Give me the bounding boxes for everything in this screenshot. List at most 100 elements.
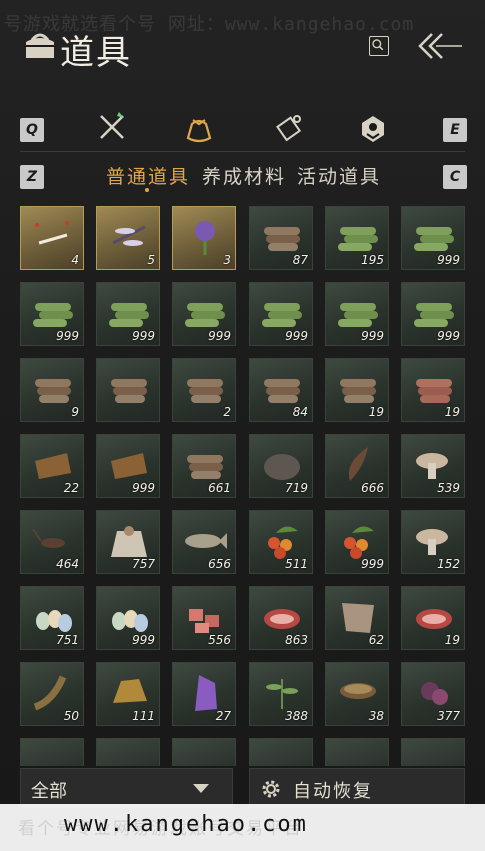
item-slot[interactable]: 87: [249, 206, 313, 270]
item-quantity: 661: [208, 481, 231, 495]
bark-icon: [35, 453, 71, 479]
scroll-icon[interactable]: [273, 113, 303, 143]
key-hint-q[interactable]: Q: [20, 118, 44, 142]
item-slot[interactable]: 999: [401, 206, 465, 270]
auto-restore-button[interactable]: 自动恢复: [249, 768, 465, 808]
item-slot[interactable]: 666: [325, 434, 389, 498]
item-slot[interactable]: 22: [20, 434, 84, 498]
item-slot[interactable]: 464: [20, 510, 84, 574]
item-slot[interactable]: 50: [20, 662, 84, 726]
item-quantity: 656: [208, 557, 231, 571]
item-slot[interactable]: 152: [401, 510, 465, 574]
item-quantity: 666: [361, 481, 384, 495]
item-slot[interactable]: 19: [401, 586, 465, 650]
item-quantity: 999: [361, 557, 384, 571]
auto-restore-label: 自动恢复: [293, 781, 373, 802]
filter-value: 全部: [31, 781, 67, 802]
item-slot[interactable]: 4: [20, 206, 84, 270]
item-quantity: 195: [361, 253, 384, 267]
item-slot[interactable]: 195: [325, 206, 389, 270]
item-slot[interactable]: 999: [172, 282, 236, 346]
tab-common-items[interactable]: 普通道具: [106, 162, 190, 189]
item-slot[interactable]: 999: [96, 434, 160, 498]
item-slot[interactable]: 5: [96, 206, 160, 270]
item-quantity: 22: [63, 481, 79, 495]
item-slot[interactable]: 719: [249, 434, 313, 498]
filter-dropdown[interactable]: 全部: [20, 768, 233, 808]
item-quantity: 27: [215, 709, 231, 723]
tab-upgrade-materials[interactable]: 养成材料: [202, 162, 286, 189]
item-slot[interactable]: 999: [249, 282, 313, 346]
page-title: 道具: [60, 33, 132, 73]
item-quantity: 999: [56, 329, 79, 343]
gear-icon: [262, 780, 280, 798]
red-log-pile-icon: [416, 379, 452, 403]
item-slot[interactable]: 539: [401, 434, 465, 498]
item-slot[interactable]: 656: [172, 510, 236, 574]
watermark-bottom: 看个号专业网易游戏账号交易平台 www.kangehao.com: [0, 804, 485, 851]
feather-icon: [348, 447, 368, 481]
item-slot-partial[interactable]: [325, 738, 389, 766]
active-tab-dot: [145, 188, 149, 192]
item-slot[interactable]: 3: [172, 206, 236, 270]
item-slot[interactable]: 999: [325, 282, 389, 346]
pouch-icon[interactable]: [184, 114, 214, 144]
search-button[interactable]: [369, 36, 389, 56]
subtab-bar: 普通道具 养成材料 活动道具: [0, 160, 485, 192]
item-slot[interactable]: [96, 358, 160, 422]
item-slot[interactable]: 111: [96, 662, 160, 726]
purple-flower-icon: [195, 221, 215, 255]
item-slot[interactable]: 999: [20, 282, 84, 346]
item-slot[interactable]: 19: [401, 358, 465, 422]
charcoal-logs-icon: [187, 455, 223, 479]
item-slot[interactable]: 661: [172, 434, 236, 498]
item-slot-partial[interactable]: [401, 738, 465, 766]
bamboo-bundle-icon: [262, 303, 302, 327]
item-slot[interactable]: 999: [325, 510, 389, 574]
mortar-bowl-icon: [340, 683, 376, 699]
mushrooms-icon: [416, 453, 448, 479]
hide-icon: [342, 603, 374, 633]
item-slot[interactable]: 863: [249, 586, 313, 650]
tab-event-items[interactable]: 活动道具: [297, 162, 381, 189]
item-slot-partial[interactable]: [249, 738, 313, 766]
key-hint-e[interactable]: E: [443, 118, 467, 142]
item-slot[interactable]: 556: [172, 586, 236, 650]
bamboo-bundle-icon: [185, 303, 225, 327]
bamboo-bundle-icon: [338, 303, 378, 327]
item-slot[interactable]: 999: [96, 282, 160, 346]
log-pile-icon: [111, 379, 147, 403]
item-slot[interactable]: 84: [249, 358, 313, 422]
item-slot[interactable]: 377: [401, 662, 465, 726]
item-slot-partial[interactable]: [96, 738, 160, 766]
item-slot[interactable]: 9: [20, 358, 84, 422]
item-quantity: 38: [368, 709, 384, 723]
item-slot[interactable]: 27: [172, 662, 236, 726]
bamboo-bundle-icon: [109, 303, 149, 327]
gem-badge-icon[interactable]: [358, 114, 388, 144]
item-quantity: 4: [71, 253, 79, 267]
item-slot[interactable]: 757: [96, 510, 160, 574]
item-quantity: 719: [285, 481, 308, 495]
item-slot[interactable]: 19: [325, 358, 389, 422]
item-slot[interactable]: 62: [325, 586, 389, 650]
item-slot[interactable]: 2: [172, 358, 236, 422]
item-slot[interactable]: 751: [20, 586, 84, 650]
search-icon: [372, 39, 384, 51]
crossed-swords-icon[interactable]: [97, 112, 127, 142]
item-slot-partial[interactable]: [172, 738, 236, 766]
item-slot-partial[interactable]: [20, 738, 84, 766]
header: 号游戏就选看个号 网址：www.kangehao.com 道具: [0, 0, 485, 90]
cricket-icon: [32, 528, 65, 548]
item-quantity: 152: [437, 557, 460, 571]
item-slot[interactable]: 388: [249, 662, 313, 726]
item-slot[interactable]: 999: [401, 282, 465, 346]
item-slot[interactable]: 999: [96, 586, 160, 650]
item-quantity: 19: [444, 633, 460, 647]
item-quantity: 999: [132, 329, 155, 343]
item-slot[interactable]: 511: [249, 510, 313, 574]
gold-ore-icon: [113, 679, 147, 703]
back-button[interactable]: [414, 30, 466, 62]
key-hint-c[interactable]: C: [443, 165, 467, 189]
item-slot[interactable]: 38: [325, 662, 389, 726]
